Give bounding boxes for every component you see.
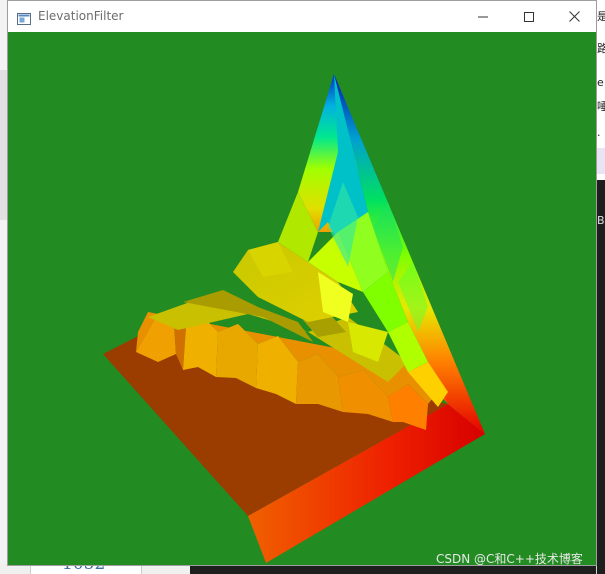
maximize-icon (524, 7, 534, 26)
elevation-surface-render (103, 74, 485, 563)
background-glyph-3: e (597, 76, 604, 89)
close-button[interactable] (551, 1, 597, 31)
background-console-bottom (190, 565, 596, 574)
background-console-panel (597, 180, 605, 574)
csdn-watermark: CSDN @C和C++技术博客 (436, 552, 583, 565)
elevation-filter-window: ElevationFilter CSDN @C和C++技术博客 (7, 0, 597, 566)
vtk-render-viewport[interactable]: CSDN @C和C++技术博客 (8, 32, 596, 565)
window-title: ElevationFilter (38, 9, 124, 23)
titlebar[interactable]: ElevationFilter (8, 1, 596, 32)
background-glyph-4: 唾 (597, 100, 605, 113)
minimize-button[interactable] (460, 1, 506, 31)
maximize-button[interactable] (506, 1, 552, 31)
minimize-icon (478, 7, 488, 26)
close-icon (568, 7, 580, 26)
background-glyph-1: 是 (597, 10, 605, 23)
background-glyph-6: B (597, 214, 605, 227)
app-window-icon (17, 10, 31, 25)
background-glyph-2: 路 (597, 42, 605, 55)
background-highlight-row (597, 148, 605, 174)
background-glyph-5: . (597, 126, 601, 139)
